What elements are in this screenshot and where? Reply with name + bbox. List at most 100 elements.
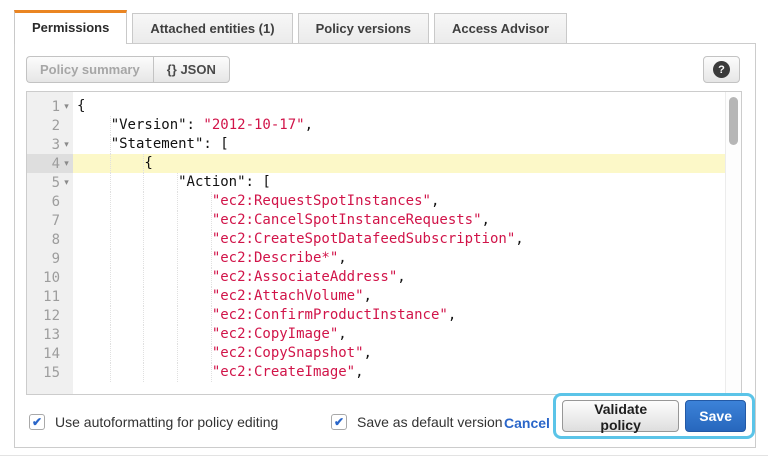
code-token-string: "ec2:CreateSpotDatafeedSubscription"	[212, 231, 515, 247]
indent-guide	[77, 192, 111, 211]
indent-guide	[178, 249, 212, 268]
gutter-line-13: 13	[27, 325, 73, 344]
policy-view-toggle: Policy summary {} JSON	[26, 56, 230, 83]
question-mark-icon: ?	[713, 61, 730, 78]
code-line-10[interactable]: "ec2:AssociateAddress",	[73, 268, 725, 287]
gutter-line-9: 9	[27, 249, 73, 268]
fold-arrow-icon[interactable]: ▾	[60, 158, 73, 169]
code-line-11[interactable]: "ec2:AttachVolume",	[73, 287, 725, 306]
json-button[interactable]: {} JSON	[153, 56, 230, 83]
editor-code-area[interactable]: {"Version": "2012-10-17","Statement": [{…	[73, 92, 725, 394]
indent-guide	[178, 363, 212, 382]
code-line-7[interactable]: "ec2:CancelSpotInstanceRequests",	[73, 211, 725, 230]
fold-arrow-icon[interactable]: ▾	[60, 139, 73, 150]
indent-guide	[77, 230, 111, 249]
code-token-string: "2012-10-17"	[203, 117, 304, 133]
indent-guide	[111, 211, 145, 230]
indent-guide	[111, 287, 145, 306]
line-number: 14	[27, 346, 60, 362]
highlight-ring: Validate policy Save	[553, 393, 755, 439]
indent-guide	[178, 211, 212, 230]
code-line-1[interactable]: {	[73, 97, 725, 116]
indent-guide	[144, 287, 178, 306]
line-number: 6	[27, 194, 60, 210]
fold-arrow-icon[interactable]: ▾	[60, 177, 73, 188]
gutter-line-10: 10	[27, 268, 73, 287]
code-token: "Action": [	[178, 174, 271, 190]
code-token-string: "ec2:CreateImage"	[212, 364, 355, 380]
code-token-string: "ec2:AssociateAddress"	[212, 269, 397, 285]
indent-guide	[111, 230, 145, 249]
line-number: 11	[27, 289, 60, 305]
code-token-string: "ec2:CopyImage"	[212, 326, 338, 342]
code-token: {	[77, 98, 85, 114]
code-line-9[interactable]: "ec2:Describe*",	[73, 249, 725, 268]
code-line-13[interactable]: "ec2:CopyImage",	[73, 325, 725, 344]
line-number: 8	[27, 232, 60, 248]
cancel-link[interactable]: Cancel	[504, 415, 550, 431]
code-line-2[interactable]: "Version": "2012-10-17",	[73, 116, 725, 135]
code-line-12[interactable]: "ec2:ConfirmProductInstance",	[73, 306, 725, 325]
json-code-editor[interactable]: 1▾23▾4▾5▾6789101112131415 {"Version": "2…	[26, 91, 742, 395]
indent-guide	[111, 173, 145, 192]
indent-guide	[111, 154, 145, 173]
gutter-line-8: 8	[27, 230, 73, 249]
indent-guide	[111, 344, 145, 363]
policy-summary-button[interactable]: Policy summary	[26, 56, 153, 83]
help-button[interactable]: ?	[703, 56, 740, 83]
page-bottom-divider	[0, 455, 768, 456]
code-token-string: "ec2:AttachVolume"	[212, 288, 364, 304]
indent-guide	[77, 154, 111, 173]
code-line-4[interactable]: {	[73, 154, 725, 173]
line-number: 7	[27, 213, 60, 229]
code-line-8[interactable]: "ec2:CreateSpotDatafeedSubscription",	[73, 230, 725, 249]
code-token-string: "ec2:RequestSpotInstances"	[212, 193, 431, 209]
code-token: ,	[397, 269, 405, 285]
line-number: 9	[27, 251, 60, 267]
default-version-checkbox[interactable]	[331, 414, 347, 430]
indent-guide	[77, 287, 111, 306]
indent-guide	[77, 135, 111, 154]
code-line-14[interactable]: "ec2:CopySnapshot",	[73, 344, 725, 363]
code-token: "Statement": [	[111, 136, 229, 152]
editor-scrollbar[interactable]	[725, 92, 741, 394]
scrollbar-thumb[interactable]	[729, 97, 738, 145]
autoformat-checkbox[interactable]	[29, 414, 45, 430]
code-token: ,	[364, 345, 372, 361]
code-token-string: "ec2:CopySnapshot"	[212, 345, 364, 361]
tab-policy-versions[interactable]: Policy versions	[298, 13, 429, 43]
gutter-line-15: 15	[27, 363, 73, 382]
code-line-5[interactable]: "Action": [	[73, 173, 725, 192]
indent-guide	[144, 325, 178, 344]
line-number: 13	[27, 327, 60, 343]
indent-guide	[111, 249, 145, 268]
indent-guide	[77, 116, 111, 135]
line-number: 15	[27, 365, 60, 381]
tab-access-advisor[interactable]: Access Advisor	[434, 13, 567, 43]
fold-arrow-icon[interactable]: ▾	[60, 101, 73, 112]
gutter-line-11: 11	[27, 287, 73, 306]
tab-attached-entities-1[interactable]: Attached entities (1)	[132, 13, 292, 43]
code-token: ,	[338, 250, 346, 266]
save-button[interactable]: Save	[685, 400, 746, 432]
iam-policy-editor: PermissionsAttached entities (1)Policy v…	[0, 0, 768, 460]
line-number: 10	[27, 270, 60, 286]
code-token: ,	[482, 212, 490, 228]
indent-guide	[144, 192, 178, 211]
tab-permissions[interactable]: Permissions	[14, 10, 127, 44]
validate-policy-button[interactable]: Validate policy	[562, 400, 679, 432]
indent-guide	[77, 173, 111, 192]
line-number: 12	[27, 308, 60, 324]
indent-guide	[77, 306, 111, 325]
code-line-6[interactable]: "ec2:RequestSpotInstances",	[73, 192, 725, 211]
indent-guide	[144, 230, 178, 249]
indent-guide	[77, 249, 111, 268]
indent-guide	[77, 344, 111, 363]
code-token: "Version":	[111, 117, 204, 133]
code-line-3[interactable]: "Statement": [	[73, 135, 725, 154]
indent-guide	[77, 363, 111, 382]
gutter-line-2: 2	[27, 116, 73, 135]
indent-guide	[144, 249, 178, 268]
code-line-15[interactable]: "ec2:CreateImage",	[73, 363, 725, 382]
gutter-line-6: 6	[27, 192, 73, 211]
